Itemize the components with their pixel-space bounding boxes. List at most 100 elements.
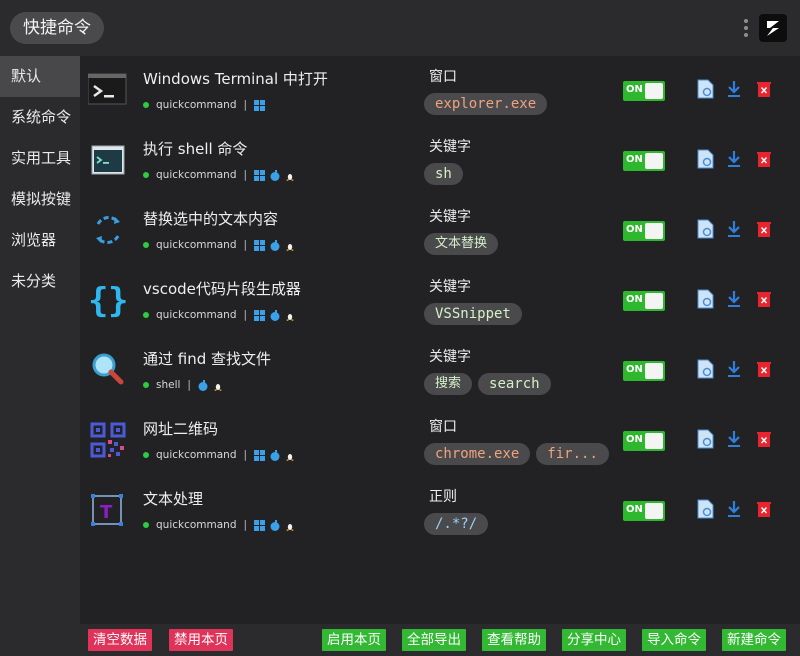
- toggle-knob: [645, 293, 663, 309]
- svg-text:T: T: [100, 502, 113, 523]
- edit-icon[interactable]: [697, 79, 715, 99]
- download-icon[interactable]: [725, 149, 743, 169]
- edit-icon[interactable]: [697, 149, 715, 169]
- sidebar-item-system[interactable]: 系统命令: [0, 97, 80, 138]
- edit-icon[interactable]: [697, 499, 715, 519]
- meta-separator: |: [243, 309, 248, 321]
- windows-icon: [254, 309, 266, 321]
- meta-separator: |: [187, 379, 191, 391]
- edit-icon[interactable]: [697, 429, 715, 449]
- apple-icon: [270, 239, 280, 251]
- delete-icon[interactable]: [755, 149, 773, 169]
- delete-icon[interactable]: [755, 79, 773, 99]
- export-all-button[interactable]: 全部导出: [402, 629, 466, 651]
- meta-separator: |: [243, 169, 248, 181]
- linux-icon: [286, 241, 295, 251]
- windows-icon: [254, 519, 266, 531]
- linux-icon: [286, 311, 295, 321]
- command-meta: quickcommand |: [143, 168, 300, 182]
- download-icon[interactable]: [725, 359, 743, 379]
- trigger-chip: 文本替换: [424, 233, 499, 255]
- sidebar-item-default[interactable]: 默认: [0, 56, 80, 97]
- top-bar: 快捷命令: [0, 0, 800, 56]
- sidebar-item-utilities[interactable]: 实用工具: [0, 138, 80, 179]
- edit-icon[interactable]: [697, 219, 715, 239]
- delete-icon[interactable]: [755, 499, 773, 519]
- windows-icon: [254, 99, 266, 111]
- enable-toggle[interactable]: ON: [623, 501, 665, 521]
- sidebar-item-keys[interactable]: 模拟按键: [0, 179, 80, 220]
- toggle-label: ON: [626, 294, 643, 305]
- enable-toggle[interactable]: ON: [623, 221, 665, 241]
- status-dot: [143, 452, 149, 458]
- command-author: quickcommand: [156, 449, 237, 461]
- command-title: Windows Terminal 中打开: [143, 70, 328, 88]
- shell-icon: [88, 140, 128, 180]
- command-meta: quickcommand |: [143, 238, 300, 252]
- text-tool-icon: T: [88, 490, 128, 530]
- disable-page-button[interactable]: 禁用本页: [169, 629, 233, 651]
- command-title: 替换选中的文本内容: [143, 210, 279, 228]
- command-author: quickcommand: [156, 309, 237, 321]
- command-row[interactable]: 执行 shell 命令 quickcommand | 关键字 sh ON: [80, 126, 800, 196]
- more-menu-icon[interactable]: [742, 16, 750, 42]
- import-button[interactable]: 导入命令: [642, 629, 706, 651]
- trigger-type: 正则: [429, 489, 457, 505]
- command-author: quickcommand: [156, 519, 237, 531]
- windows-icon: [254, 449, 266, 461]
- download-icon[interactable]: [725, 219, 743, 239]
- command-row[interactable]: 通过 find 查找文件 shell | 关键字 搜索 search ON: [80, 336, 800, 406]
- command-row[interactable]: 替换选中的文本内容 quickcommand | 关键字 文本替换 ON: [80, 196, 800, 266]
- toggle-knob: [645, 363, 663, 379]
- enable-toggle[interactable]: ON: [623, 81, 665, 101]
- trigger-chip: VSSnippet: [424, 303, 522, 325]
- download-icon[interactable]: [725, 499, 743, 519]
- delete-icon[interactable]: [755, 359, 773, 379]
- apple-icon: [270, 449, 280, 461]
- sidebar-item-uncategorized[interactable]: 未分类: [0, 261, 80, 302]
- toggle-knob: [645, 153, 663, 169]
- command-title: 文本处理: [143, 490, 204, 508]
- share-center-button[interactable]: 分享中心: [562, 629, 626, 651]
- trigger-chip: search: [478, 373, 551, 395]
- command-row[interactable]: Windows Terminal 中打开 quickcommand | 窗口 e…: [80, 56, 800, 126]
- braces-icon: {}: [88, 280, 128, 321]
- delete-icon[interactable]: [755, 289, 773, 309]
- clear-data-button[interactable]: 清空数据: [88, 629, 152, 651]
- enable-toggle[interactable]: ON: [623, 291, 665, 311]
- download-icon[interactable]: [725, 289, 743, 309]
- download-icon[interactable]: [725, 429, 743, 449]
- meta-separator: |: [243, 239, 248, 251]
- download-icon[interactable]: [725, 79, 743, 99]
- delete-icon[interactable]: [755, 429, 773, 449]
- command-row[interactable]: 网址二维码 quickcommand | 窗口 chrome.exe fir..…: [80, 406, 800, 476]
- apple-icon: [198, 379, 208, 391]
- toggle-label: ON: [626, 364, 643, 375]
- linux-icon: [286, 451, 295, 461]
- sidebar-item-browser[interactable]: 浏览器: [0, 220, 80, 261]
- app-logo-icon: [759, 14, 787, 42]
- trigger-type: 关键字: [429, 209, 471, 225]
- replace-icon: [88, 210, 128, 250]
- enable-toggle[interactable]: ON: [623, 431, 665, 451]
- edit-icon[interactable]: [697, 359, 715, 379]
- toggle-knob: [645, 503, 663, 519]
- trigger-type: 关键字: [429, 349, 471, 365]
- toggle-label: ON: [626, 84, 643, 95]
- command-list: Windows Terminal 中打开 quickcommand | 窗口 e…: [80, 56, 800, 624]
- apple-icon: [270, 169, 280, 181]
- trigger-chip: chrome.exe: [424, 443, 531, 465]
- toggle-knob: [645, 83, 663, 99]
- edit-icon[interactable]: [697, 289, 715, 309]
- delete-icon[interactable]: [755, 219, 773, 239]
- command-row[interactable]: T 文本处理 quickcommand | 正则 /.*?/ ON: [80, 476, 800, 546]
- help-button[interactable]: 查看帮助: [482, 629, 546, 651]
- new-command-button[interactable]: 新建命令: [722, 629, 786, 651]
- trigger-chip: /.*?/: [424, 513, 489, 535]
- enable-toggle[interactable]: ON: [623, 151, 665, 171]
- enable-page-button[interactable]: 启用本页: [322, 629, 386, 651]
- command-row[interactable]: {} vscode代码片段生成器 quickcommand | 关键字 VSSn…: [80, 266, 800, 336]
- command-meta: quickcommand |: [143, 98, 270, 112]
- qrcode-icon: [88, 420, 128, 460]
- enable-toggle[interactable]: ON: [623, 361, 665, 381]
